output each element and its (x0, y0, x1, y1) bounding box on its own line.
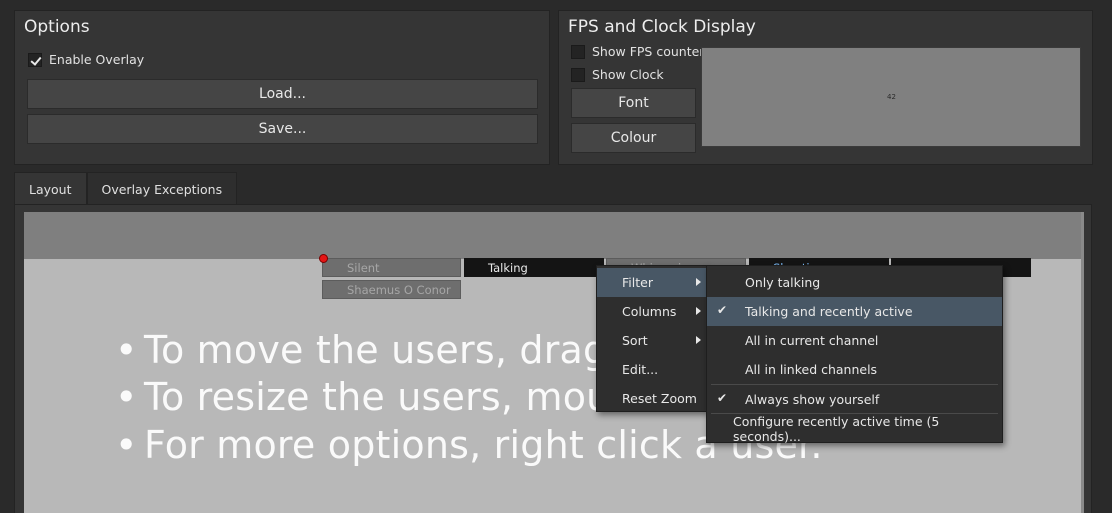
filter-only-talking-label: Only talking (745, 275, 821, 290)
show-clock-checkbox[interactable]: Show Clock (571, 67, 664, 82)
filter-talking-recently-active[interactable]: ✔ Talking and recently active (707, 297, 1002, 326)
canvas-right-edge (1081, 212, 1084, 513)
show-fps-check-icon (571, 44, 585, 59)
tab-bar: Layout Overlay Exceptions (14, 172, 238, 205)
check-icon: ✔ (717, 391, 728, 405)
resize-handle-dot[interactable] (319, 254, 328, 263)
submenu-arrow-icon (696, 307, 701, 315)
filter-submenu: Only talking ✔ Talking and recently acti… (706, 265, 1003, 444)
hint-resize-text: To resize the users, mouse (144, 375, 655, 419)
hint-line-resize: • To resize the users, mouse (115, 375, 655, 419)
context-menu: Filter Columns Sort Edit... Reset Zoom (596, 265, 708, 412)
filter-configure-recent-time[interactable]: Configure recently active time (5 second… (707, 413, 1002, 444)
user-cell-channel[interactable]: Shaemus O Conor (322, 280, 461, 299)
filter-current-channel-label: All in current channel (745, 333, 879, 348)
font-button[interactable]: Font (571, 88, 696, 118)
fps-clock-title: FPS and Clock Display (568, 17, 756, 37)
show-fps-label: Show FPS counter (592, 44, 705, 59)
canvas-top-strip (24, 212, 1084, 259)
menu-item-sort[interactable]: Sort (597, 326, 707, 355)
save-button[interactable]: Save... (27, 114, 538, 144)
menu-item-columns[interactable]: Columns (597, 297, 707, 326)
enable-overlay-checkbox[interactable]: Enable Overlay (28, 52, 144, 67)
filter-talking-recently-label: Talking and recently active (745, 304, 913, 319)
submenu-arrow-icon (696, 278, 701, 286)
colour-button[interactable]: Colour (571, 123, 696, 153)
user-cell-silent[interactable]: Silent (322, 258, 461, 277)
enable-overlay-check-icon (28, 52, 42, 67)
menu-item-edit[interactable]: Edit... (597, 355, 707, 384)
filter-linked-channels-label: All in linked channels (745, 362, 878, 377)
filter-always-show-label: Always show yourself (745, 392, 880, 407)
filter-only-talking[interactable]: Only talking (707, 268, 1002, 297)
fps-clock-preview: 42 (701, 47, 1081, 147)
menu-item-filter[interactable]: Filter (597, 268, 707, 297)
tab-layout[interactable]: Layout (14, 172, 87, 205)
fps-preview-text: 42 (887, 93, 896, 101)
show-fps-checkbox[interactable]: Show FPS counter (571, 44, 704, 59)
load-button[interactable]: Load... (27, 79, 538, 109)
menu-columns-label: Columns (622, 304, 677, 319)
filter-all-current-channel[interactable]: All in current channel (707, 326, 1002, 355)
user-cell-talking[interactable]: Talking (464, 258, 604, 277)
show-clock-check-icon (571, 67, 585, 82)
tab-overlay-exceptions[interactable]: Overlay Exceptions (86, 172, 238, 205)
menu-filter-label: Filter (622, 275, 653, 290)
submenu-arrow-icon (696, 336, 701, 344)
menu-item-reset-zoom[interactable]: Reset Zoom (597, 384, 707, 413)
enable-overlay-label: Enable Overlay (49, 52, 145, 67)
filter-all-linked-channels[interactable]: All in linked channels (707, 355, 1002, 384)
options-title: Options (24, 17, 90, 37)
filter-always-show-yourself[interactable]: ✔ Always show yourself (707, 385, 1002, 414)
options-group: Options Enable Overlay Load... Save... (14, 10, 550, 165)
check-icon: ✔ (717, 303, 728, 317)
menu-edit-label: Edit... (622, 362, 659, 377)
fps-clock-group: FPS and Clock Display Show FPS counter S… (558, 10, 1093, 165)
menu-reset-zoom-label: Reset Zoom (622, 391, 697, 406)
show-clock-label: Show Clock (592, 67, 664, 82)
menu-sort-label: Sort (622, 333, 648, 348)
filter-configure-label: Configure recently active time (5 second… (733, 413, 940, 444)
